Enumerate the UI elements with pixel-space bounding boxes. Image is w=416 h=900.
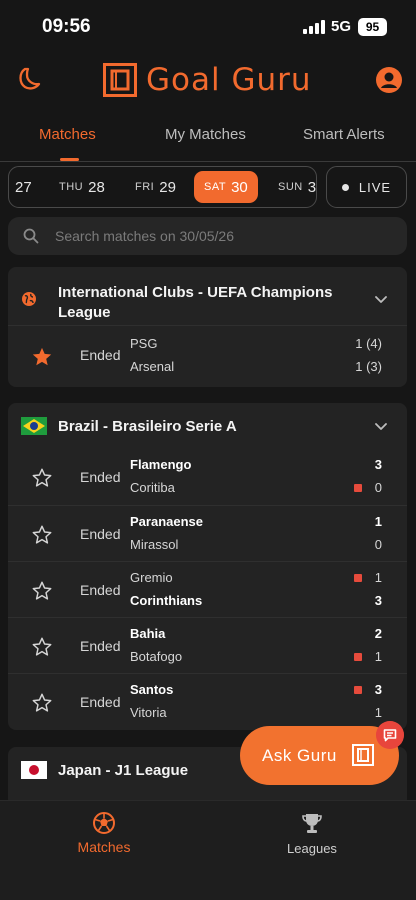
date-selector[interactable]: 27 THU 28 FRI 29 SAT 30 SUN 31 (8, 166, 317, 208)
red-card-icon (354, 574, 362, 582)
match-status: Ended (80, 638, 121, 654)
league-header[interactable]: Brazil - Brasileiro Serie A (8, 403, 407, 449)
nav-leagues[interactable]: Leagues (284, 811, 340, 856)
away-score: 1 (374, 705, 382, 720)
date-30-selected[interactable]: SAT 30 (194, 171, 258, 203)
chat-icon[interactable] (376, 721, 404, 749)
star-outline-icon[interactable] (31, 467, 53, 489)
match-status: Ended (80, 694, 121, 710)
moon-icon[interactable] (16, 66, 42, 92)
star-filled-icon[interactable] (31, 346, 53, 368)
away-score: 0 (374, 480, 382, 495)
home-team: PSG (130, 336, 158, 351)
search-icon (23, 228, 39, 244)
date-28[interactable]: THU 28 (59, 167, 105, 207)
away-team: Vitoria (130, 705, 167, 720)
away-team: Botafogo (130, 649, 183, 664)
away-score: 1 (374, 649, 382, 664)
match-row[interactable]: Ended PSG Arsenal 1 (4) 1 (3) (8, 325, 407, 385)
home-score: 3 (374, 457, 382, 472)
match-row[interactable]: Ended Paranaense Mirassol 1 0 (8, 505, 407, 561)
goal-logo-icon (352, 744, 374, 766)
league-card-brazil: Brazil - Brasileiro Serie A Ended Flamen… (8, 403, 407, 730)
home-score: 2 (374, 626, 382, 641)
nav-matches[interactable]: Matches (73, 811, 135, 855)
home-score: 3 (374, 682, 382, 697)
profile-icon[interactable] (375, 66, 403, 94)
app-header: Goal Guru (0, 56, 416, 106)
star-outline-icon[interactable] (31, 692, 53, 714)
match-status: Ended (80, 582, 121, 598)
league-header[interactable]: International Clubs - UEFA Champions Lea… (8, 267, 407, 325)
globe-icon (22, 292, 36, 306)
football-icon (93, 812, 115, 834)
away-team: Mirassol (130, 537, 179, 552)
japan-flag-icon (21, 761, 47, 779)
tab-smart-alerts[interactable]: Smart Alerts (303, 126, 385, 143)
away-score: 0 (374, 537, 382, 552)
home-team: Bahia (130, 626, 166, 641)
date-31[interactable]: SUN 31 (278, 167, 316, 207)
home-score: 1 (374, 570, 382, 585)
chevron-down-icon[interactable] (374, 420, 388, 434)
red-card-icon (354, 484, 362, 492)
live-dot-icon (341, 183, 349, 191)
match-row[interactable]: Ended Santos Vitoria 3 1 (8, 673, 407, 729)
home-score: 1 (374, 514, 382, 529)
away-team: Corinthians (130, 593, 203, 608)
away-team: Coritiba (130, 480, 175, 495)
signal-icon (303, 20, 325, 34)
away-score: 3 (374, 593, 382, 608)
top-tabs: Matches My Matches Smart Alerts (0, 116, 416, 162)
match-status: Ended (80, 526, 121, 542)
away-team: Arsenal (130, 359, 175, 374)
goal-logo-icon (103, 63, 137, 97)
search-input[interactable] (46, 217, 386, 255)
home-team: Santos (130, 682, 174, 697)
search-bar (8, 217, 407, 255)
away-score: 1 (3) (355, 359, 382, 374)
trophy-icon (302, 814, 322, 833)
match-row[interactable]: Ended Gremio Corinthians 1 3 (8, 561, 407, 617)
chevron-down-icon[interactable] (374, 293, 388, 307)
home-team: Flamengo (130, 457, 192, 472)
match-status: Ended (80, 469, 121, 485)
league-name: International Clubs - UEFA Champions Lea… (58, 284, 333, 321)
league-card-uefa: International Clubs - UEFA Champions Lea… (8, 267, 407, 387)
star-outline-icon[interactable] (31, 524, 53, 546)
match-row[interactable]: Ended Bahia Botafogo 2 1 (8, 617, 407, 673)
battery-icon: 95 (358, 18, 387, 36)
star-outline-icon[interactable] (31, 580, 53, 602)
app-logo: Goal Guru (103, 60, 312, 100)
status-bar: 09:56 5G 95 (0, 0, 416, 52)
red-card-icon (354, 653, 362, 661)
live-button[interactable]: LIVE (326, 166, 407, 208)
status-time: 09:56 (42, 16, 91, 37)
app-name: Goal Guru (146, 62, 312, 98)
star-outline-icon[interactable] (31, 636, 53, 658)
match-status: Ended (80, 347, 121, 363)
date-27[interactable]: 27 (15, 167, 32, 207)
tab-matches[interactable]: Matches (39, 126, 96, 143)
match-row[interactable]: Ended Flamengo Coritiba 3 0 (8, 449, 407, 505)
league-name: Brazil - Brasileiro Serie A (58, 418, 237, 435)
bottom-nav: Matches Leagues (0, 800, 416, 900)
home-team: Gremio (130, 570, 173, 585)
network-type: 5G (331, 18, 352, 35)
tab-my-matches[interactable]: My Matches (165, 126, 246, 143)
red-card-icon (354, 686, 362, 694)
brazil-flag-icon (21, 417, 47, 435)
date-29[interactable]: FRI 29 (135, 167, 176, 207)
tab-indicator (60, 158, 79, 161)
home-team: Paranaense (130, 514, 203, 529)
home-score: 1 (4) (355, 336, 382, 351)
